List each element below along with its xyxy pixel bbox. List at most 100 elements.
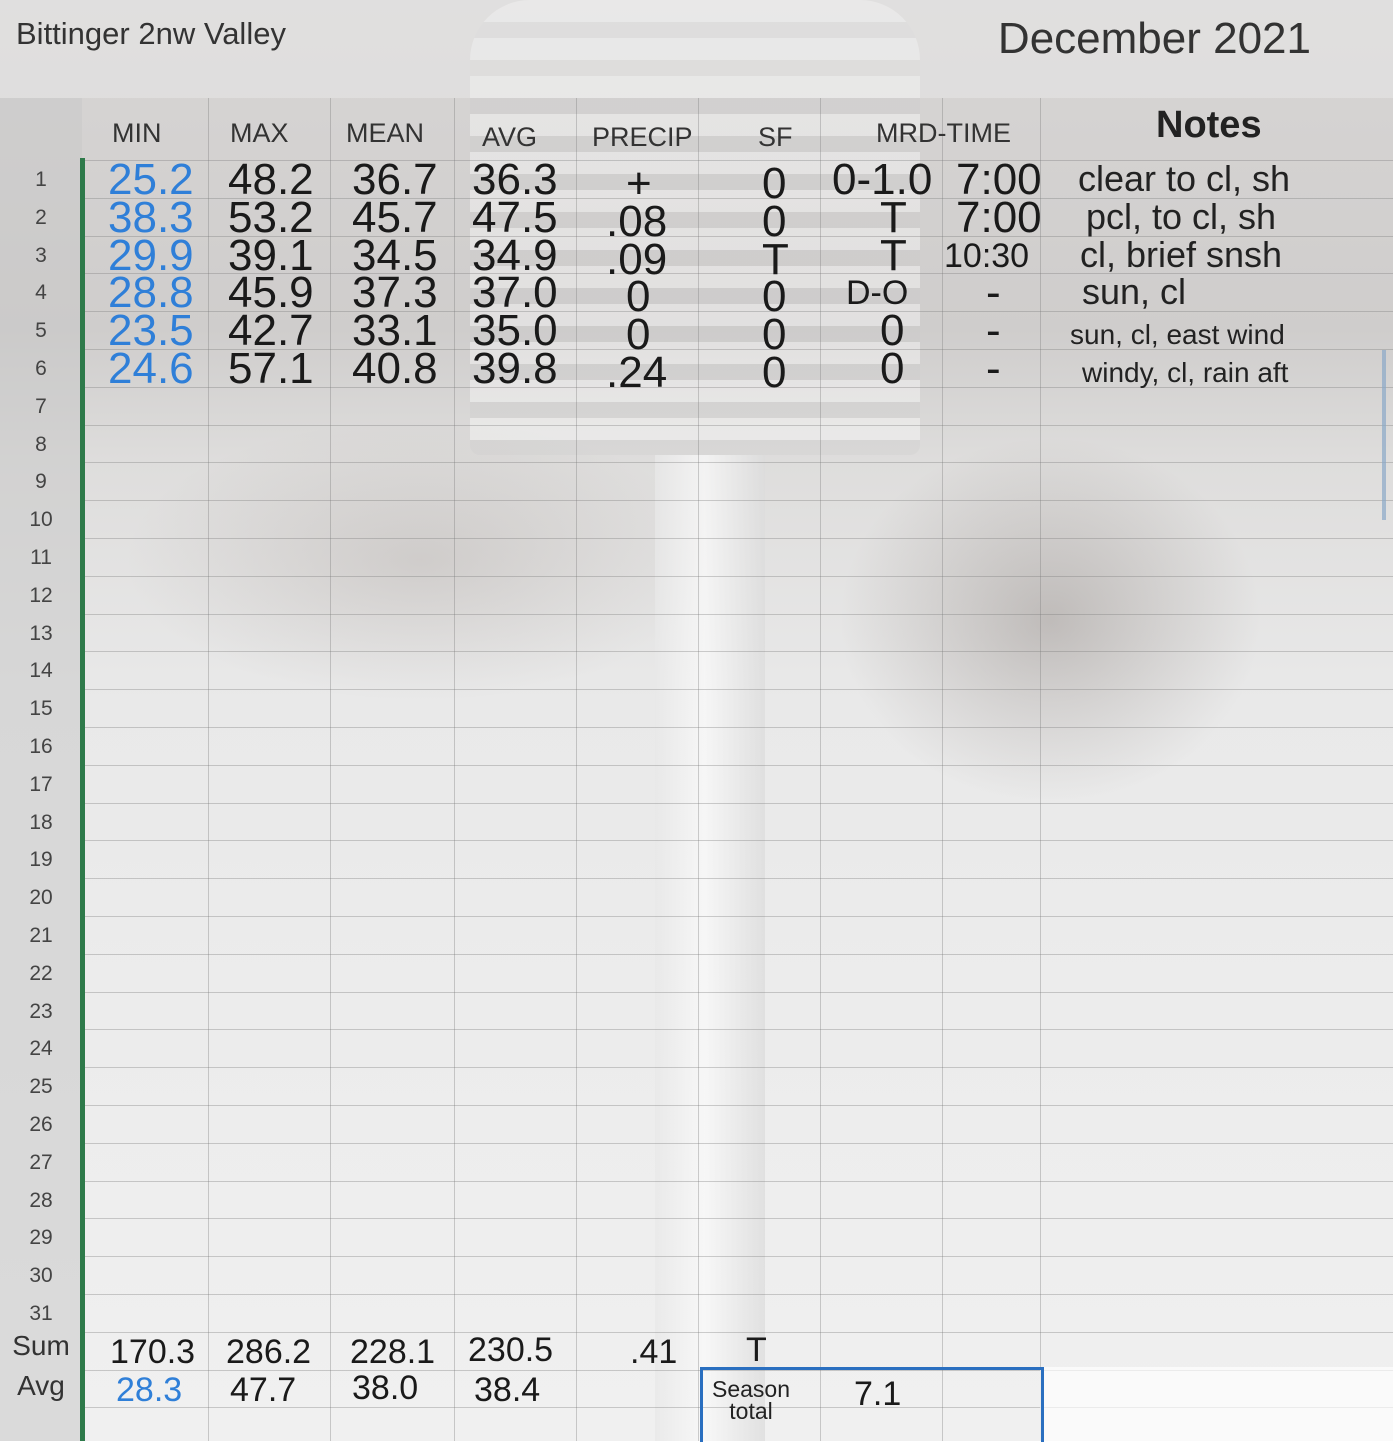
avg-label: Avg [17, 1370, 65, 1401]
row-number[interactable]: 4 [0, 281, 82, 305]
cell-note[interactable]: cl, brief snsh [1080, 234, 1282, 276]
col-header-min[interactable]: MIN [112, 118, 162, 149]
sum-label: Sum [12, 1330, 70, 1361]
row-number[interactable]: 27 [0, 1151, 82, 1175]
cell-note[interactable]: clear to cl, sh [1078, 158, 1290, 200]
row-number[interactable]: 18 [0, 811, 82, 835]
cell-precip[interactable]: .24 [606, 351, 667, 395]
gridline [82, 916, 1393, 917]
row-number[interactable]: 10 [0, 508, 82, 532]
row-number[interactable]: 8 [0, 433, 82, 457]
gridline [82, 425, 1393, 426]
cell-min[interactable]: 24.6 [108, 347, 194, 391]
row-number[interactable]: 28 [0, 1189, 82, 1213]
gridline [820, 98, 821, 1441]
row-number[interactable]: 3 [0, 244, 82, 268]
gridline [82, 1218, 1393, 1219]
row-number[interactable]: 26 [0, 1113, 82, 1137]
sum-avg[interactable]: 230.5 [468, 1328, 553, 1372]
row-number[interactable]: 22 [0, 962, 82, 986]
blank-panel [1040, 1367, 1393, 1441]
row-number[interactable]: 25 [0, 1075, 82, 1099]
gridline [82, 878, 1393, 879]
cell-max[interactable]: 57.1 [228, 347, 314, 391]
season-label-line1: Season [712, 1376, 791, 1402]
gridline [82, 500, 1393, 501]
gridline [698, 98, 699, 1441]
col-header-mean[interactable]: MEAN [346, 118, 424, 149]
row-number[interactable]: 20 [0, 886, 82, 910]
row-number[interactable]: 1 [0, 168, 82, 192]
col-header-notes[interactable]: Notes [1156, 104, 1262, 147]
row-number[interactable]: 24 [0, 1037, 82, 1061]
row-number[interactable]: 6 [0, 357, 82, 381]
row-number[interactable]: 31 [0, 1302, 82, 1326]
season-label-line2: total [729, 1398, 773, 1424]
season-total-label: Season total [712, 1376, 791, 1424]
cell-note[interactable]: sun, cl, east wind [1070, 319, 1285, 351]
row-number[interactable]: 5 [0, 319, 82, 343]
gridline [82, 1143, 1393, 1144]
cell-note[interactable]: pcl, to cl, sh [1086, 196, 1276, 238]
row-number[interactable]: 7 [0, 395, 82, 419]
row-number[interactable]: 21 [0, 924, 82, 948]
cell-mean[interactable]: 40.8 [352, 347, 438, 391]
row-number[interactable]: 30 [0, 1264, 82, 1288]
cell-mrd[interactable]: 0 [880, 347, 904, 391]
cell-avg[interactable]: 39.8 [472, 347, 558, 391]
gridline [82, 1029, 1393, 1030]
gridline [82, 954, 1393, 955]
avg-min[interactable]: 28.3 [116, 1368, 182, 1412]
cell-note[interactable]: windy, cl, rain aft [1082, 357, 1288, 389]
row-number[interactable]: 19 [0, 848, 82, 872]
col-header-mrd-time[interactable]: MRD-TIME [876, 118, 1011, 149]
season-total-value[interactable]: 7.1 [854, 1372, 901, 1416]
row-number[interactable]: 15 [0, 697, 82, 721]
gridline [330, 98, 331, 1441]
gridline [82, 1105, 1393, 1106]
cell-sf[interactable]: 0 [762, 351, 786, 395]
row-number[interactable]: 13 [0, 622, 82, 646]
sum-sf[interactable]: T [746, 1328, 767, 1372]
gridline [82, 651, 1393, 652]
row-number[interactable]: 9 [0, 470, 82, 494]
avg-max[interactable]: 47.7 [230, 1368, 296, 1412]
gridline [82, 840, 1393, 841]
row-number[interactable]: 23 [0, 1000, 82, 1024]
cell-time[interactable]: - [986, 347, 1001, 391]
gridline [942, 98, 943, 1441]
gridline [82, 1067, 1393, 1068]
gridline [82, 727, 1393, 728]
gridline [82, 803, 1393, 804]
gridline [82, 765, 1393, 766]
avg-avg[interactable]: 38.4 [474, 1368, 540, 1412]
cell-note[interactable]: sun, cl [1082, 271, 1186, 313]
station-title: Bittinger 2nw Valley [16, 16, 286, 51]
col-header-max[interactable]: MAX [230, 118, 289, 149]
month-title: December 2021 [997, 14, 1311, 63]
gridline [82, 538, 1393, 539]
gridline [576, 98, 577, 1441]
row-number[interactable]: 2 [0, 206, 82, 230]
row-number[interactable]: 11 [0, 546, 82, 570]
col-header-sf[interactable]: SF [758, 122, 793, 153]
gridline [82, 992, 1393, 993]
gridline [82, 462, 1393, 463]
gridline [82, 689, 1393, 690]
sum-precip[interactable]: .41 [630, 1330, 677, 1374]
gridline [82, 1181, 1393, 1182]
row-number[interactable]: 29 [0, 1226, 82, 1250]
row-number[interactable]: 17 [0, 773, 82, 797]
gridline [82, 576, 1393, 577]
gridline [208, 98, 209, 1441]
col-header-precip[interactable]: PRECIP [592, 122, 693, 153]
row-number[interactable]: 14 [0, 659, 82, 683]
scrollbar[interactable] [1382, 350, 1386, 520]
gridline [82, 1294, 1393, 1295]
row-number[interactable]: 16 [0, 735, 82, 759]
row-number[interactable]: 12 [0, 584, 82, 608]
avg-mean[interactable]: 38.0 [352, 1366, 418, 1410]
col-header-avg[interactable]: AVG [482, 122, 537, 153]
gridline [454, 98, 455, 1441]
gridline [82, 614, 1393, 615]
